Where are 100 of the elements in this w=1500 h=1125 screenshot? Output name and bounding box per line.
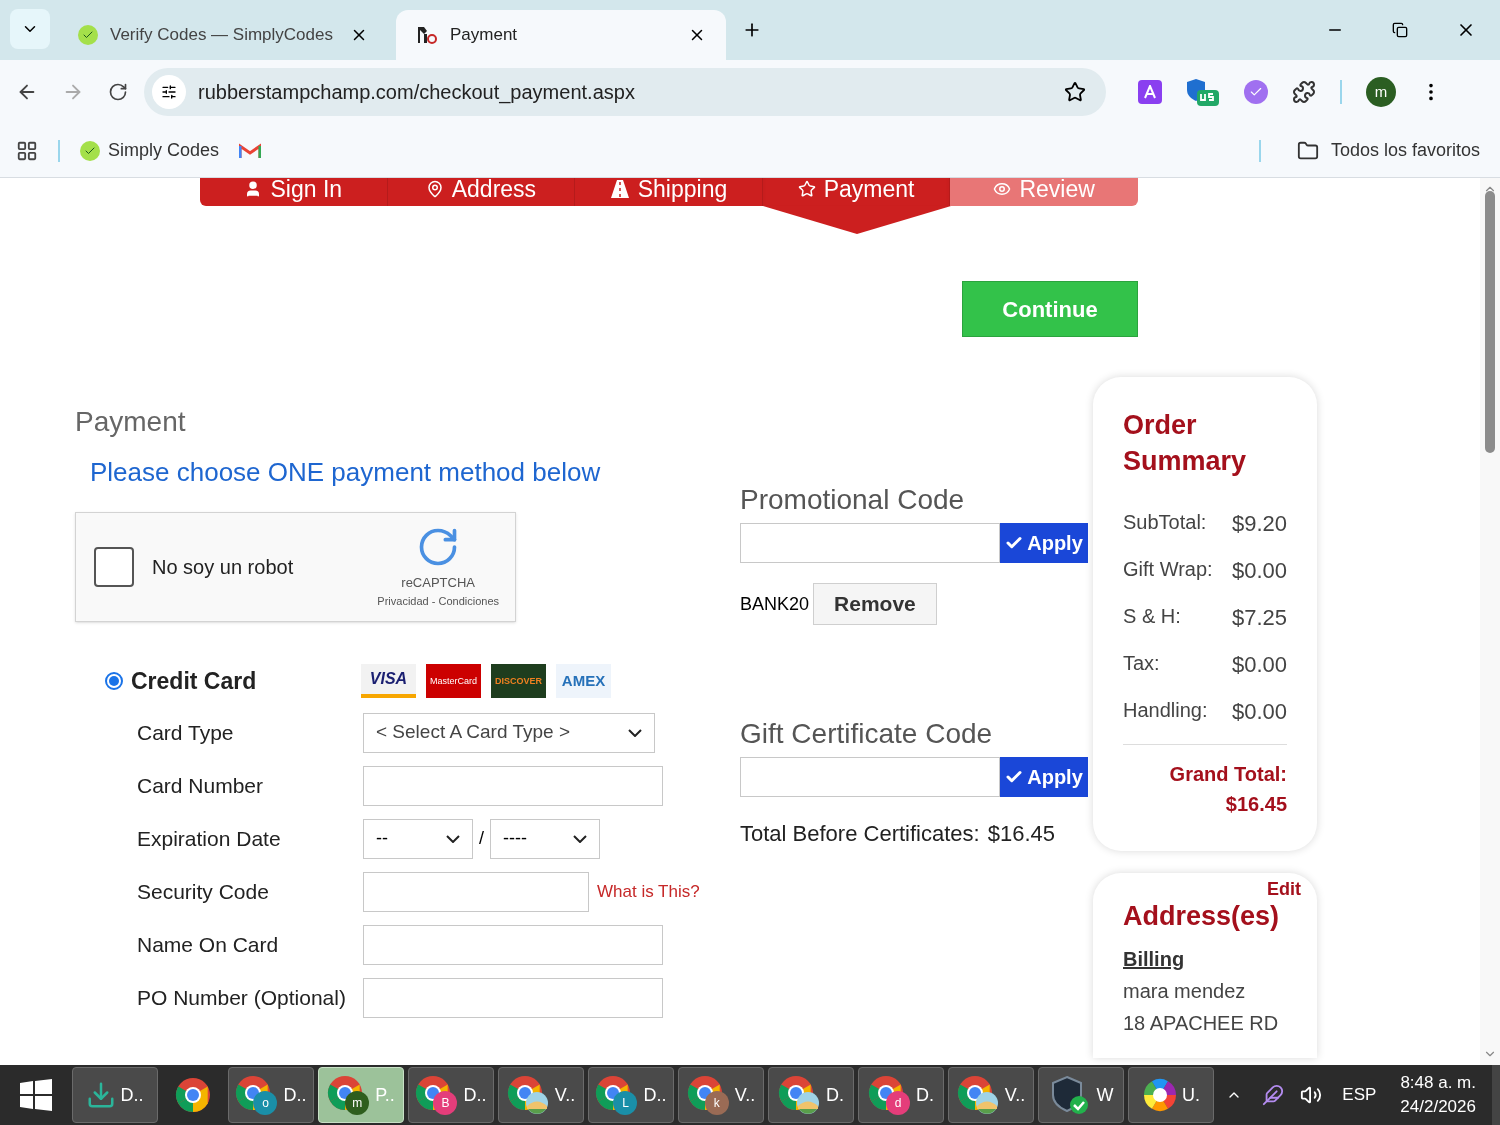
taskbar-button[interactable]: V.. <box>948 1067 1034 1123</box>
card-logo: VISA <box>361 664 416 699</box>
url-text: rubberstampchamp.com/checkout_payment.aspx <box>198 80 636 106</box>
field-label: Card Type <box>137 719 235 746</box>
captcha-checkbox[interactable] <box>94 547 134 587</box>
clock-date[interactable]: 24/2/2026 <box>1400 1095 1476 1119</box>
promo-code-field[interactable] <box>740 523 1000 563</box>
text-field[interactable] <box>363 765 663 806</box>
summary-label: SubTotal: <box>1123 510 1207 535</box>
folder-icon[interactable] <box>1296 139 1319 162</box>
profile-badge: o <box>253 1091 278 1115</box>
section-heading: Gift Certificate Code <box>740 717 994 751</box>
restore-icon[interactable] <box>1392 22 1408 38</box>
eye-icon <box>993 180 1012 198</box>
windows-start-icon[interactable] <box>20 1079 52 1111</box>
browser-tab[interactable]: Payment <box>396 10 726 60</box>
field-label: Security Code <box>137 878 270 905</box>
checkout-step[interactable]: Shipping <box>575 178 763 206</box>
card-logo: AMEX <box>556 664 611 699</box>
tab-title: Verify Codes — SimplyCodes <box>110 24 334 47</box>
taskbar-button[interactable]: U. <box>1128 1067 1214 1123</box>
remove-button[interactable]: Remove <box>813 583 937 625</box>
reload-icon[interactable] <box>108 82 128 102</box>
scrollbar[interactable] <box>1480 178 1500 1065</box>
field-label: Card Number <box>137 772 265 799</box>
taskbar-button[interactable]: V.. <box>498 1067 584 1123</box>
summary-value: $0.00 <box>1231 557 1287 585</box>
address-line: 18 APACHEE RD <box>1123 1011 1280 1036</box>
extension-icon[interactable] <box>1138 80 1162 104</box>
apply-button[interactable]: Apply <box>1000 757 1088 797</box>
taskbar-button[interactable]: D.. <box>72 1067 158 1123</box>
mail-icon[interactable] <box>239 142 262 159</box>
extensions-icon[interactable] <box>1292 80 1316 104</box>
chevron-down-icon <box>446 834 460 843</box>
total-value: $16.45 <box>987 820 1055 848</box>
card-type-select[interactable]: < Select A Card Type > <box>363 712 655 753</box>
download-icon <box>86 1080 117 1110</box>
checkout-step[interactable]: Payment <box>762 178 951 206</box>
gift-code-field[interactable] <box>740 757 1000 797</box>
card-title: Order Summary <box>1123 409 1248 478</box>
grand-total-label: Grand Total: <box>1168 762 1287 787</box>
profile-badge: m <box>345 1091 370 1115</box>
taskbar-button[interactable]: W <box>1038 1067 1124 1123</box>
profile-badge: L <box>613 1091 638 1115</box>
field-label: Name On Card <box>137 931 280 958</box>
bookmark-link[interactable]: Simply Codes <box>108 137 220 164</box>
apps-icon[interactable] <box>16 139 38 162</box>
section-subtitle: Please choose ONE payment method below <box>90 456 602 489</box>
card-logo: MasterCard <box>426 664 481 699</box>
payment-method-label: Credit Card <box>131 667 258 696</box>
radio-button[interactable] <box>105 672 123 691</box>
taskbar-button[interactable]: o D.. <box>228 1067 314 1123</box>
bookmark-star-icon[interactable] <box>1064 81 1086 103</box>
captcha-brand: reCAPTCHA <box>401 574 475 592</box>
extension-icon[interactable] <box>1244 80 1268 104</box>
month-select[interactable]: -- <box>363 818 473 859</box>
address-bar[interactable]: rubberstampchamp.com/checkout_payment.aspx <box>144 68 1106 116</box>
total-label: Total Before Certificates: <box>740 820 980 848</box>
chevron-down-icon <box>573 834 587 843</box>
feather-icon[interactable] <box>1262 1084 1285 1106</box>
profile-badge: B <box>433 1091 458 1115</box>
grand-total-value: $16.45 <box>1224 792 1287 817</box>
pin-icon <box>425 180 444 198</box>
summary-value: $9.20 <box>1231 510 1287 538</box>
card-title: Address(es) <box>1123 900 1281 932</box>
edit-link[interactable]: Edit <box>1267 879 1301 899</box>
apply-button[interactable]: Apply <box>1000 523 1088 563</box>
text-field[interactable] <box>363 924 663 965</box>
chevron-down-icon <box>628 728 642 737</box>
section-heading: Promotional Code <box>740 483 966 517</box>
site-settings-icon[interactable] <box>161 84 177 100</box>
road-icon <box>609 180 630 198</box>
applied-promo-code: BANK20 <box>740 592 810 616</box>
checkout-step[interactable]: Address <box>387 178 576 206</box>
help-link[interactable]: What is This? <box>597 878 700 905</box>
color-wheel-icon <box>1142 1077 1178 1113</box>
shield-extension-icon[interactable] <box>1186 77 1220 107</box>
field-label: PO Number (Optional) <box>137 984 347 1011</box>
profile-avatar[interactable]: m <box>1366 77 1396 107</box>
taskbar-button[interactable]: L D.. <box>588 1067 674 1123</box>
checkout-step[interactable]: Sign In <box>200 178 388 206</box>
year-select[interactable]: ---- <box>490 818 600 859</box>
taskbar-button[interactable]: D. <box>768 1067 854 1123</box>
taskbar-button[interactable]: k V.. <box>678 1067 764 1123</box>
text-field[interactable] <box>363 977 663 1018</box>
all-bookmarks-link[interactable]: Todos los favoritos <box>1330 137 1480 164</box>
summary-label: Tax: <box>1123 651 1160 676</box>
captcha-links[interactable]: Privacidad - Condiciones <box>377 592 499 609</box>
taskbar-button[interactable]: B D.. <box>408 1067 494 1123</box>
summary-value: $7.25 <box>1231 604 1287 632</box>
date-separator: / <box>478 827 485 850</box>
clock-time[interactable]: 8:48 a. m. <box>1400 1071 1476 1095</box>
language-indicator[interactable]: ESP <box>1342 1082 1377 1108</box>
browser-tab[interactable]: Verify Codes — SimplyCodes <box>58 10 388 60</box>
scrollbar-thumb[interactable] <box>1485 190 1495 453</box>
volume-icon[interactable] <box>1300 1084 1323 1106</box>
text-field[interactable] <box>363 871 589 912</box>
taskbar-button[interactable]: d D. <box>858 1067 944 1123</box>
summary-value: $0.00 <box>1231 651 1287 679</box>
taskbar-button[interactable]: m P.. <box>318 1067 404 1123</box>
